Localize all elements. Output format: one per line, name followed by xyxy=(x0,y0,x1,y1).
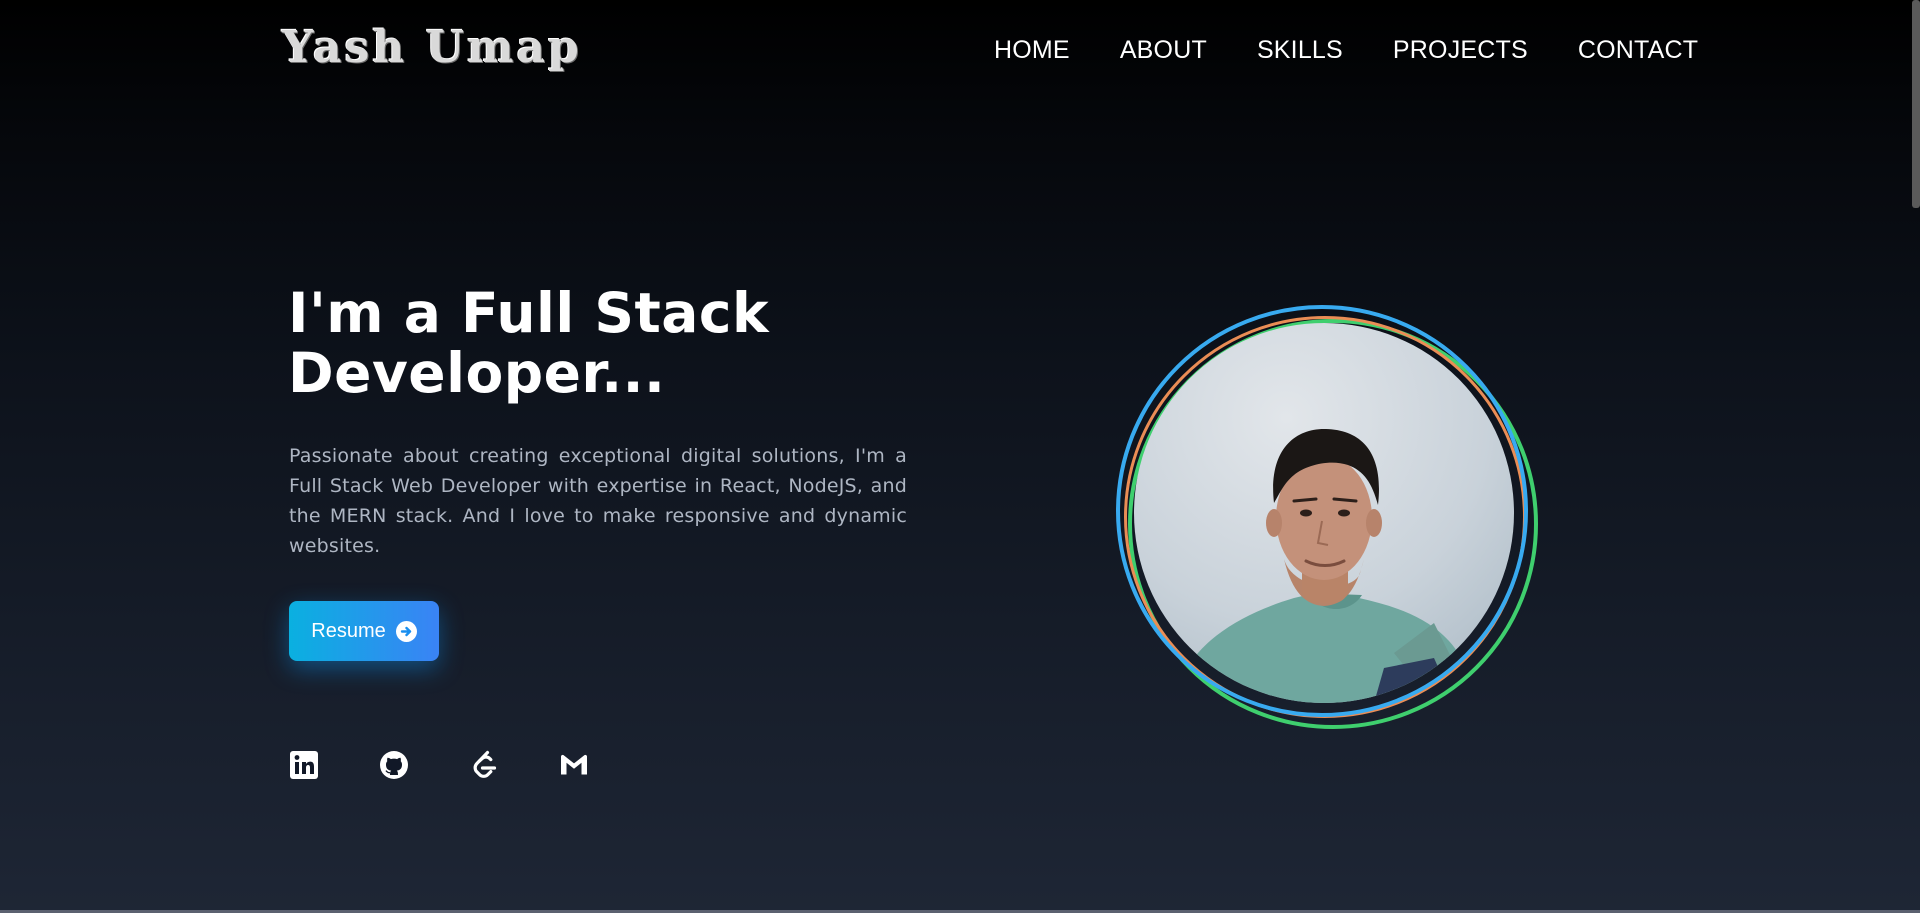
hero-description: Passionate about creating exceptional di… xyxy=(289,445,907,557)
nav-home[interactable]: HOME xyxy=(994,36,1070,65)
linkedin-icon[interactable] xyxy=(289,750,319,780)
github-icon[interactable] xyxy=(379,750,409,780)
nav-about[interactable]: ABOUT xyxy=(1120,36,1207,65)
resume-button[interactable]: Resume xyxy=(289,601,439,661)
leetcode-icon[interactable] xyxy=(469,750,499,780)
nav-contact[interactable]: CONTACT xyxy=(1578,36,1698,65)
main-nav: HOME ABOUT SKILLS PROJECTS CONTACT xyxy=(994,36,1698,65)
scrollbar-thumb[interactable] xyxy=(1912,0,1920,208)
profile-photo xyxy=(1134,323,1514,703)
arrow-circle-right-icon xyxy=(395,620,417,642)
profile-avatar xyxy=(1116,305,1538,729)
hero-title: I'm a Full Stack Developer... xyxy=(288,281,770,405)
resume-button-label: Resume xyxy=(311,619,386,642)
nav-projects[interactable]: PROJECTS xyxy=(1393,36,1528,65)
site-logo[interactable]: Yash Umap xyxy=(282,22,582,73)
gmail-icon[interactable] xyxy=(559,750,589,780)
nav-skills[interactable]: SKILLS xyxy=(1257,36,1343,65)
social-links xyxy=(289,750,589,780)
